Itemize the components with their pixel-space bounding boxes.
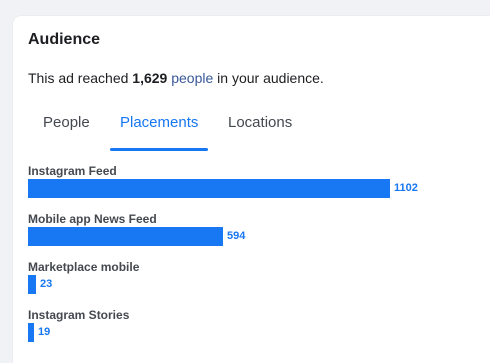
reach-suffix: in your audience.: [213, 70, 324, 86]
bar-label: Marketplace mobile: [28, 260, 140, 274]
tab-placements[interactable]: Placements: [109, 114, 209, 151]
bar-label: Instagram Feed: [28, 164, 117, 178]
bar-value-label: 1102: [394, 182, 418, 194]
tab-locations[interactable]: Locations: [228, 114, 292, 150]
bar: [28, 179, 390, 198]
audience-tabs: People Placements Locations: [28, 114, 328, 151]
bar-value-label: 19: [38, 326, 51, 338]
reach-count: 1,629: [132, 70, 168, 86]
bar-row: Marketplace mobile 23: [28, 260, 468, 308]
bar: [28, 227, 223, 246]
audience-card: Audience This ad reached 1,629 people in…: [13, 16, 490, 363]
bar-row: Instagram Feed 1102: [28, 164, 468, 212]
placements-bar-chart: Instagram Feed 1102 Mobile app News Feed 59…: [28, 164, 468, 356]
reach-summary: This ad reached 1,629 people in your aud…: [28, 70, 324, 86]
reach-prefix: This ad reached: [28, 70, 133, 86]
bar-row: Instagram Stories 19: [28, 308, 468, 356]
people-link[interactable]: people: [171, 70, 213, 86]
bar-label: Instagram Stories: [28, 308, 130, 322]
bar: [28, 323, 34, 342]
bar-label: Mobile app News Feed: [28, 212, 157, 226]
bar-value-label: 594: [227, 230, 246, 242]
bar-value-label: 23: [40, 278, 53, 290]
tab-people[interactable]: People: [43, 114, 90, 150]
audience-title: Audience: [28, 31, 101, 48]
bar: [28, 275, 36, 294]
bar-row: Mobile app News Feed 594: [28, 212, 468, 260]
